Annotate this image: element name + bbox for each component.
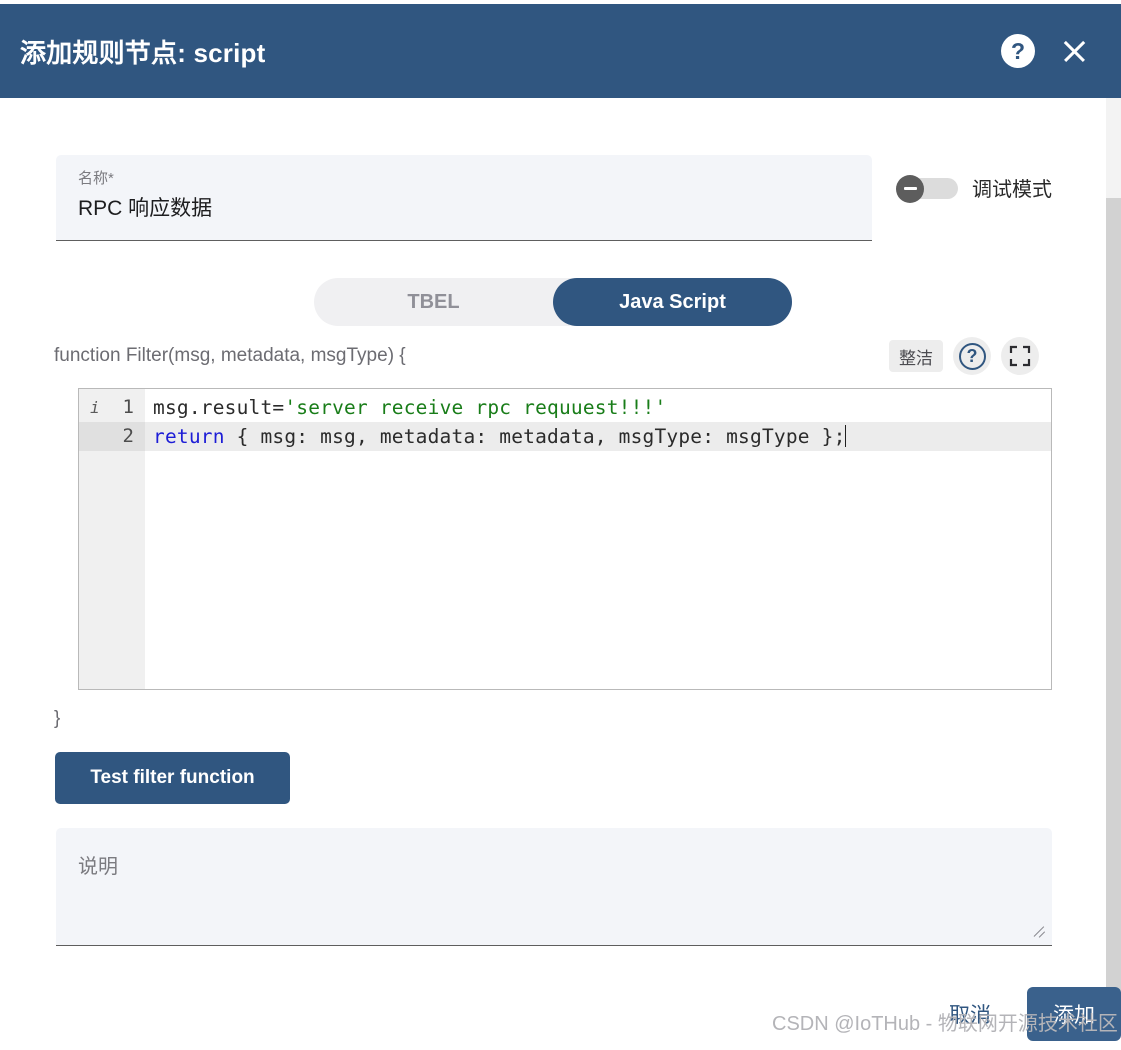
fullscreen-icon [1009,345,1031,367]
fullscreen-button[interactable] [1001,337,1039,375]
name-row: 名称* RPC 响应数据 调试模式 [56,155,1052,241]
dialog-scrollbar-thumb[interactable] [1106,198,1121,1008]
dialog-footer: 取消 添加 [0,978,1121,1050]
code-line[interactable]: msg.result='server receive rpc requuest!… [145,393,1051,422]
dialog-header: 添加规则节点: script ? [0,4,1121,98]
editor-gutter: i 1 2 [79,389,145,689]
code-editor[interactable]: i 1 2 msg.result='server receive rpc req… [78,388,1052,690]
script-type-toggle-group: TBEL Java Script [314,278,792,326]
editor-help-button[interactable]: ? [953,337,991,375]
add-rule-node-dialog: 添加规则节点: script ? 名称* RPC 响应数据 调试模式 TBEL … [0,0,1121,1050]
add-button[interactable]: 添加 [1027,987,1121,1041]
code-token-plain: msg.result= [153,396,285,419]
code-token-keyword: return [153,425,225,448]
description-field[interactable]: 说明 [56,828,1052,946]
beautify-button[interactable]: 整洁 [889,340,943,372]
script-type-toggle-wrap: TBEL Java Script [0,278,1106,326]
close-icon [1059,36,1089,66]
name-field[interactable]: 名称* RPC 响应数据 [56,155,872,241]
dialog-body: 名称* RPC 响应数据 调试模式 TBEL Java Script funct… [0,98,1106,1050]
text-cursor [844,425,847,447]
question-mark-icon: ? [1001,34,1035,68]
gutter-line: 2 [79,422,145,451]
info-marker-icon[interactable]: i [79,393,123,422]
toggle-knob-minus-icon [896,174,924,203]
line-number: 2 [122,425,134,447]
line-number: 1 [122,396,134,418]
tab-javascript[interactable]: Java Script [553,278,792,326]
editor-toolbar: 整洁 ? [889,337,1039,375]
help-button[interactable]: ? [995,28,1041,74]
dialog-scrollbar-track[interactable] [1106,98,1121,1008]
test-filter-function-button[interactable]: Test filter function [55,752,290,804]
close-button[interactable] [1051,28,1097,74]
question-mark-icon: ? [958,342,986,370]
code-token-string: 'server receive rpc requuest!!!' [284,396,667,419]
dialog-title: 添加规则节点: script [20,37,266,68]
name-input[interactable]: RPC 响应数据 [78,195,854,223]
resize-handle-icon[interactable] [1031,920,1047,938]
name-field-label: 名称* [78,170,114,187]
code-line[interactable]: return { msg: msg, metadata: metadata, m… [145,422,1051,451]
function-closing-brace: } [54,708,61,729]
gutter-line: i 1 [79,393,145,422]
tab-tbel[interactable]: TBEL [314,278,553,326]
description-placeholder: 说明 [78,856,118,878]
code-content[interactable]: msg.result='server receive rpc requuest!… [145,389,1051,689]
cancel-button[interactable]: 取消 [931,991,1009,1037]
code-token-plain: { msg: msg, metadata: metadata, msgType:… [224,425,846,448]
function-signature-label: function Filter(msg, metadata, msgType) … [54,345,406,366]
debug-mode-row: 调试模式 [896,173,1052,203]
debug-mode-label: 调试模式 [972,179,1052,201]
debug-mode-toggle[interactable] [896,174,958,203]
